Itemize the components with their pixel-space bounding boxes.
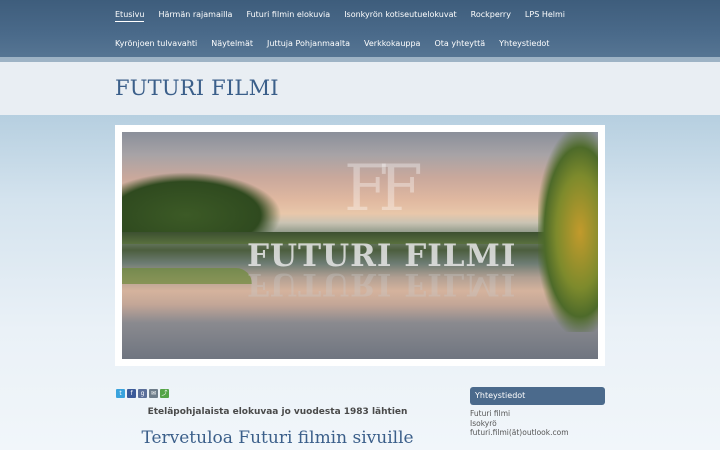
nav-item-rockperry[interactable]: Rockperry — [471, 10, 511, 22]
nav-row-1: Etusivu Härmän rajamailla Futuri filmin … — [115, 10, 579, 22]
google-plus-icon[interactable]: g — [138, 389, 147, 398]
hero-banner-frame: FF FUTURI FILMI FUTURI FILMI — [115, 125, 605, 366]
nav-item-isonkyron-kotiseutuelokuvat[interactable]: Isonkyrön kotiseutuelokuvat — [344, 10, 456, 22]
tagline: Eteläpohjalaista elokuvaa jo vuodesta 19… — [147, 407, 408, 417]
header-band: FUTURI FILMI — [0, 62, 720, 115]
nav-item-naytelmat[interactable]: Näytelmät — [211, 39, 253, 49]
sidebar-heading: Yhteystiedot — [470, 387, 605, 405]
nav-item-kyronjoen-tulvavahti[interactable]: Kyrönjoen tulvavahti — [115, 39, 197, 49]
facebook-icon[interactable]: f — [127, 389, 136, 398]
nav-item-verkkokauppa[interactable]: Verkkokauppa — [364, 39, 420, 49]
contact-name: Futuri filmi — [470, 409, 511, 418]
hero-logo-reflection: FUTURI FILMI — [247, 266, 517, 302]
nav-item-ota-yhteytta[interactable]: Ota yhteyttä — [434, 39, 485, 49]
hero-trees-right — [538, 132, 598, 332]
nav-item-yhteystiedot[interactable]: Yhteystiedot — [499, 39, 549, 49]
nav-item-juttuja-pohjanmaalta[interactable]: Juttuja Pohjanmaalta — [267, 39, 350, 49]
contact-location: Isokyrö — [470, 418, 497, 428]
hero-riverbank — [122, 268, 252, 284]
hero-monogram: FF — [344, 152, 423, 226]
email-icon[interactable]: ✉ — [149, 389, 158, 398]
share-icon[interactable]: ⤴ — [160, 389, 169, 398]
welcome-heading: Tervetuloa Futuri filmin sivuille — [141, 428, 414, 448]
nav-item-lps-helmi[interactable]: LPS Helmi — [525, 10, 565, 22]
twitter-icon[interactable]: t — [116, 389, 125, 398]
hero-banner-image: FF FUTURI FILMI FUTURI FILMI — [122, 132, 598, 359]
sidebar-contact: Futuri filmi Isokyrö futuri.filmi(ät)out… — [470, 409, 569, 438]
nav-item-harman-rajamailla[interactable]: Härmän rajamailla — [158, 10, 232, 22]
nav-item-etusivu[interactable]: Etusivu — [115, 10, 145, 22]
site-title[interactable]: FUTURI FILMI — [115, 76, 279, 100]
nav-row-2: Kyrönjoen tulvavahti Näytelmät Juttuja P… — [115, 39, 563, 49]
contact-email[interactable]: futuri.filmi(ät)outlook.com — [470, 428, 569, 438]
top-navigation: Etusivu Härmän rajamailla Futuri filmin … — [0, 0, 720, 57]
share-bar: t f g ✉ ⤴ — [116, 389, 171, 398]
nav-item-futuri-filmin-elokuvia[interactable]: Futuri filmin elokuvia — [246, 10, 330, 22]
